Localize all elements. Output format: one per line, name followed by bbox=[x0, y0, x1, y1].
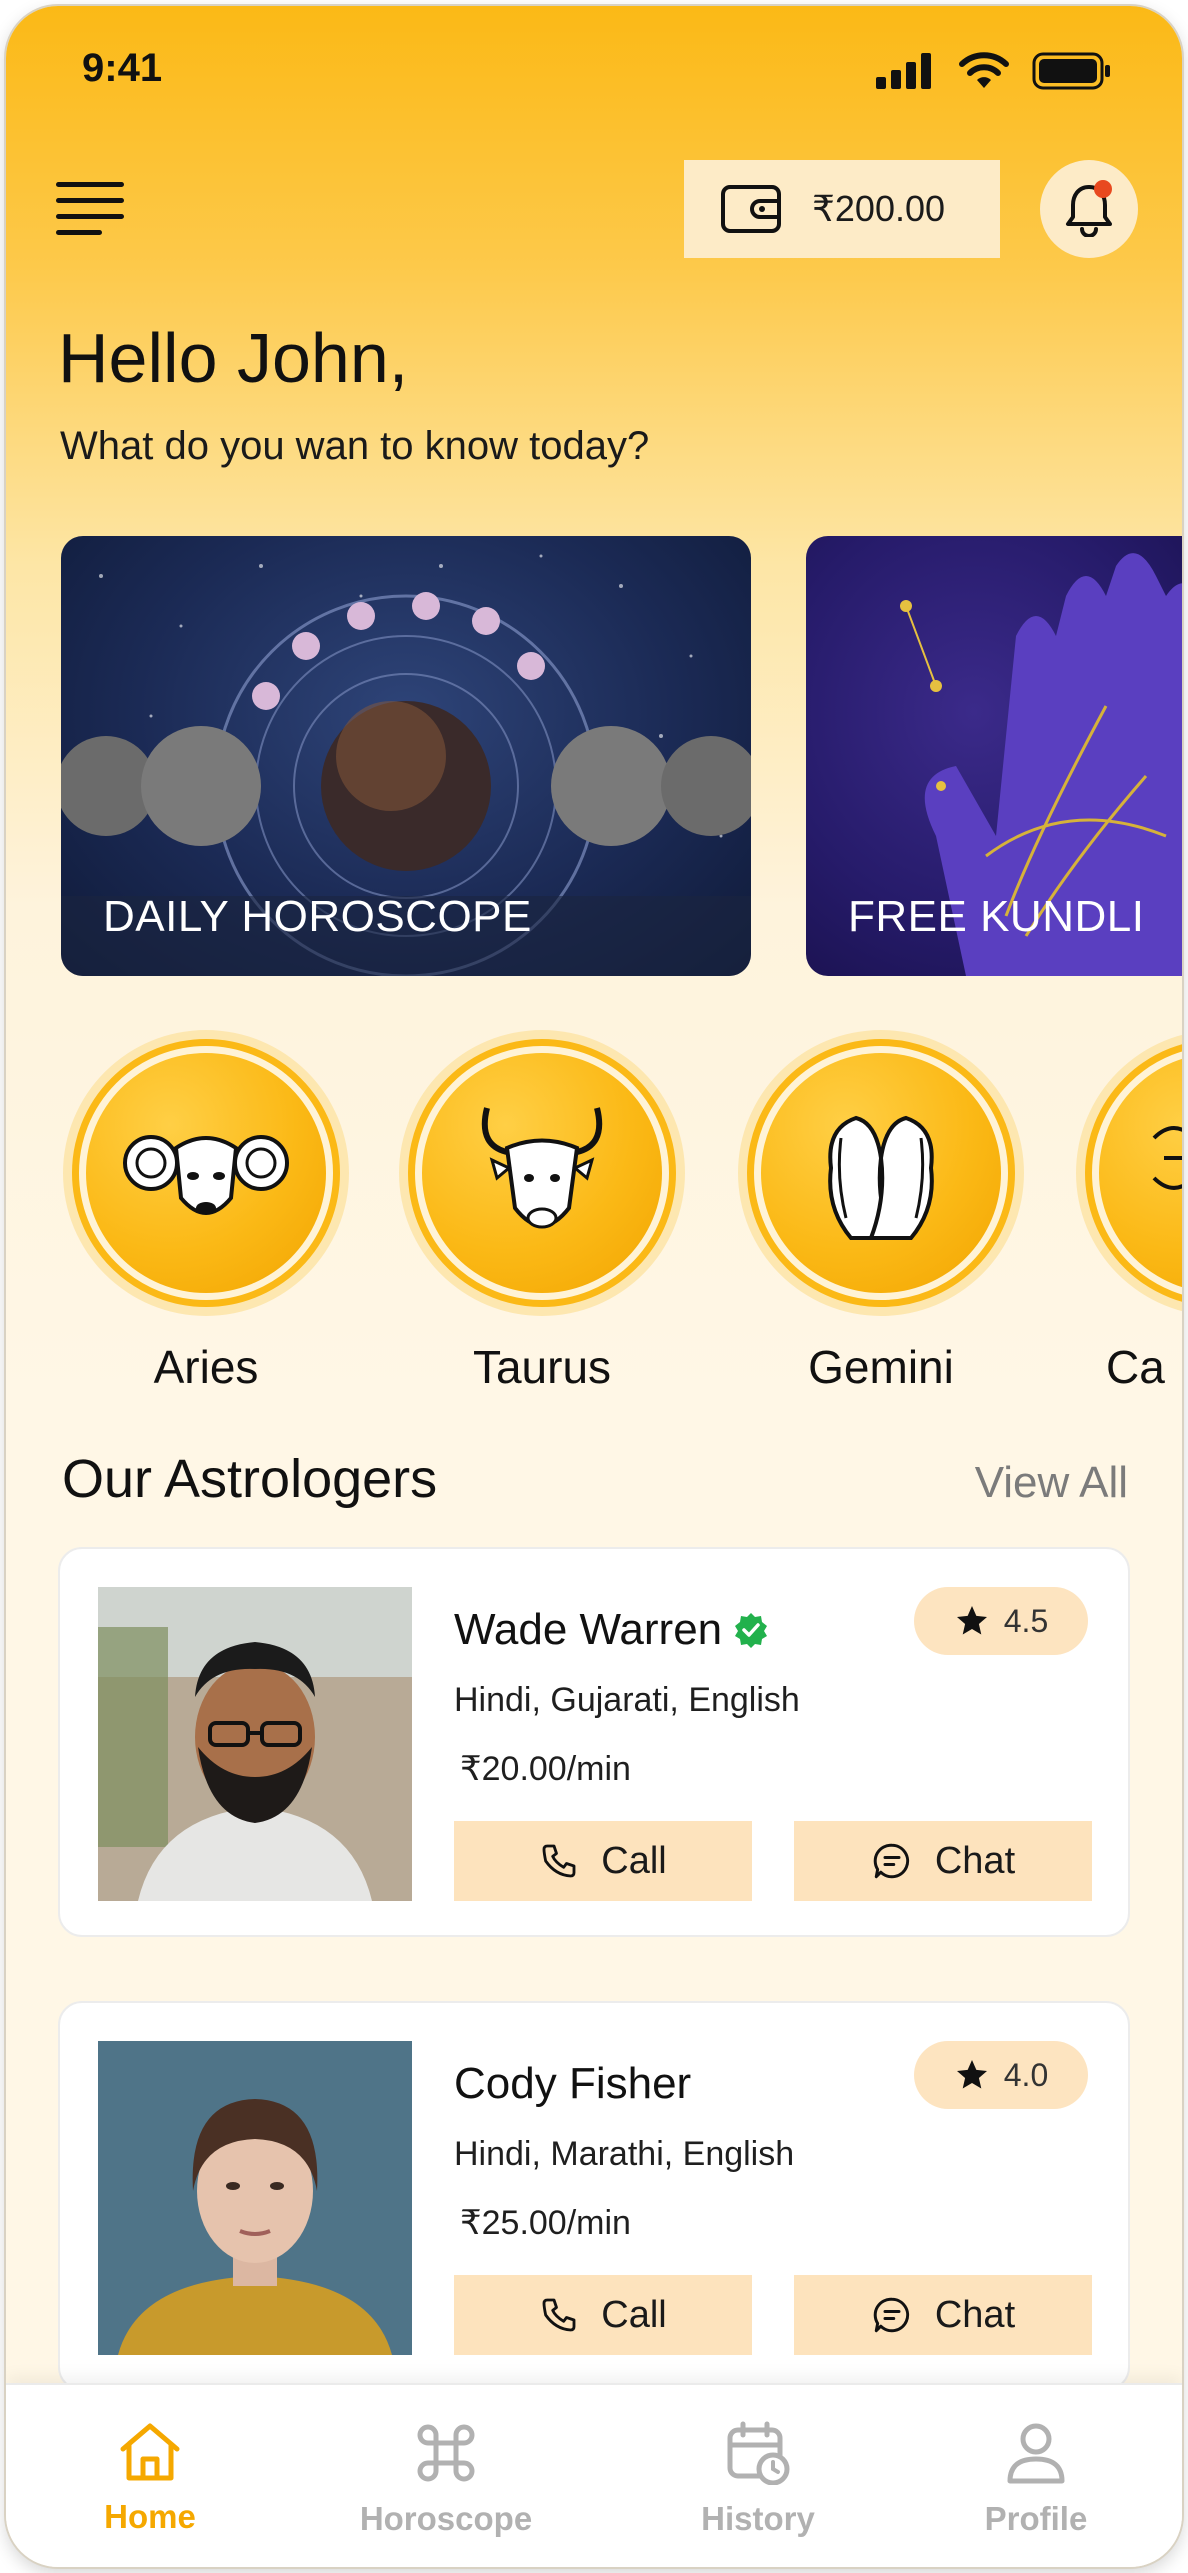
call-label: Call bbox=[601, 2293, 667, 2336]
zodiac-name: Taurus bbox=[472, 1341, 612, 1393]
verified-badge-icon bbox=[735, 1613, 768, 1648]
phone-icon bbox=[542, 2298, 576, 2332]
nav-home[interactable]: Home bbox=[50, 2421, 250, 2536]
nav-label: Home bbox=[104, 2498, 196, 2535]
zodiac-taurus[interactable]: Taurus bbox=[397, 1030, 687, 1394]
chat-icon bbox=[873, 2297, 909, 2333]
notifications-button[interactable] bbox=[1040, 160, 1138, 258]
menu-button[interactable] bbox=[54, 180, 128, 236]
zodiac-aries[interactable]: Aries bbox=[61, 1030, 351, 1394]
chat-label: Chat bbox=[934, 1839, 1016, 1882]
zodiac-badge bbox=[1076, 1030, 1182, 1316]
gemini-icon bbox=[828, 1115, 934, 1240]
astrologer-name: Cody Fisher bbox=[454, 2059, 692, 2108]
greeting-title: Hello John, bbox=[58, 319, 409, 397]
banner-label: FREE KUNDLI bbox=[848, 892, 1145, 941]
astrologer-photo bbox=[98, 1587, 412, 1901]
hamburger-icon bbox=[56, 182, 124, 235]
rating-value: 4.0 bbox=[1003, 2056, 1049, 2093]
star-icon bbox=[956, 2060, 987, 2089]
status-time: 9:41 bbox=[82, 46, 163, 90]
nav-profile[interactable]: Profile bbox=[936, 2421, 1136, 2538]
nav-horoscope[interactable]: Horoscope bbox=[346, 2421, 546, 2538]
nav-label: Horoscope bbox=[359, 2500, 533, 2537]
home-icon bbox=[120, 2423, 180, 2481]
zodiac-badge bbox=[63, 1030, 349, 1316]
wifi-icon bbox=[959, 52, 1009, 88]
wallet-icon bbox=[721, 185, 781, 233]
astrologer-photo bbox=[98, 2041, 412, 2355]
astrologer-name: Wade Warren bbox=[454, 1605, 723, 1654]
zodiac-badge bbox=[738, 1030, 1024, 1316]
greeting-subtitle: What do you wan to know today? bbox=[60, 424, 650, 468]
notification-badge bbox=[1094, 180, 1112, 198]
section-title: Our Astrologers bbox=[62, 1449, 438, 1509]
wallet-amount: ₹200.00 bbox=[812, 188, 946, 229]
astrologer-price: ₹20.00/min bbox=[460, 1750, 631, 1788]
nav-label: Profile bbox=[984, 2500, 1088, 2537]
signal-icon bbox=[876, 53, 931, 89]
nav-history[interactable]: History bbox=[658, 2421, 858, 2538]
call-label: Call bbox=[601, 1839, 667, 1882]
chat-label: Chat bbox=[934, 2293, 1016, 2336]
astrologer-card[interactable]: Cody Fisher Hindi, Marathi, English ₹25.… bbox=[58, 2001, 1130, 2391]
rating-badge: 4.0 bbox=[914, 2041, 1088, 2109]
astrologer-languages: Hindi, Gujarati, English bbox=[454, 1681, 800, 1719]
battery-icon bbox=[1032, 52, 1110, 90]
user-icon bbox=[1007, 2423, 1065, 2484]
astrologer-name-row: Cody Fisher bbox=[454, 2059, 691, 2109]
calendar-clock-icon bbox=[727, 2421, 790, 2486]
status-icons bbox=[876, 52, 1112, 90]
banner-label: DAILY HOROSCOPE bbox=[103, 892, 532, 941]
rating-value: 4.5 bbox=[1003, 1602, 1049, 1639]
star-icon bbox=[956, 1606, 987, 1635]
zodiac-name: Aries bbox=[153, 1341, 259, 1393]
bottom-nav: Home Horoscope History Profile bbox=[6, 2383, 1182, 2567]
astrologer-languages: Hindi, Marathi, English bbox=[454, 2135, 795, 2173]
rating-badge: 4.5 bbox=[914, 1587, 1088, 1655]
nav-label: History bbox=[701, 2500, 815, 2537]
zodiac-cancer[interactable]: Ca bbox=[1074, 1030, 1182, 1394]
free-kundli-banner[interactable]: FREE KUNDLI bbox=[806, 536, 1182, 976]
phone-screen: 9:41 ₹200.00 Hello John, What do you wan… bbox=[6, 6, 1182, 2567]
astrologer-card[interactable]: Wade Warren Hindi, Gujarati, English ₹20… bbox=[58, 1547, 1130, 1937]
command-icon bbox=[417, 2424, 475, 2482]
zodiac-name: Gemini bbox=[808, 1341, 954, 1393]
zodiac-name: Ca bbox=[1106, 1341, 1165, 1393]
astrologer-price: ₹25.00/min bbox=[460, 2204, 631, 2242]
wallet-balance-button[interactable]: ₹200.00 bbox=[684, 160, 1000, 258]
cancer-icon bbox=[1152, 1126, 1182, 1190]
zodiac-badge bbox=[399, 1030, 685, 1316]
call-button[interactable]: Call bbox=[454, 2275, 752, 2355]
chat-button[interactable]: Chat bbox=[794, 1821, 1092, 1901]
astrologer-name-row: Wade Warren bbox=[454, 1605, 770, 1655]
zodiac-gemini[interactable]: Gemini bbox=[736, 1030, 1026, 1394]
aries-icon bbox=[123, 1135, 289, 1215]
view-all-link[interactable]: View All bbox=[975, 1458, 1128, 1508]
chat-icon bbox=[873, 1843, 909, 1879]
call-button[interactable]: Call bbox=[454, 1821, 752, 1901]
phone-icon bbox=[542, 1844, 576, 1878]
daily-horoscope-banner[interactable]: DAILY HOROSCOPE bbox=[61, 536, 751, 976]
chat-button[interactable]: Chat bbox=[794, 2275, 1092, 2355]
taurus-icon bbox=[481, 1107, 603, 1229]
